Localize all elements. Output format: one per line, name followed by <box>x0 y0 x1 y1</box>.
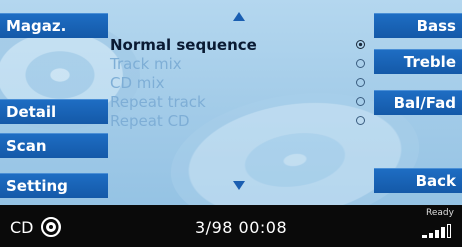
radio-empty-icon <box>356 116 365 125</box>
list-item[interactable]: Repeat track <box>110 93 380 112</box>
cd-disc-icon <box>41 217 61 237</box>
bal-fad-button[interactable]: Bal/Fad <box>374 90 462 115</box>
playback-mode-list: Normal sequence Track mix CD mix Repeat … <box>110 36 380 131</box>
scroll-down-arrow-icon[interactable] <box>233 181 245 190</box>
back-button[interactable]: Back <box>374 168 462 193</box>
setting-button[interactable]: Setting <box>0 173 108 198</box>
list-item[interactable]: Normal sequence <box>110 36 380 55</box>
list-item[interactable]: Repeat CD <box>110 112 380 131</box>
radio-empty-icon <box>356 59 365 68</box>
list-item-label: Normal sequence <box>110 36 257 54</box>
status-bar: CD 3/98 00:08 Ready <box>0 205 462 247</box>
track-time-display: 3/98 00:08 <box>195 218 288 237</box>
list-item[interactable]: Track mix <box>110 55 380 74</box>
radio-empty-icon <box>356 78 365 87</box>
magazine-button[interactable]: Magaz. <box>0 13 108 38</box>
detail-button[interactable]: Detail <box>0 99 108 124</box>
cd-screen: Magaz. Detail Scan Setting Bass Treble B… <box>0 0 462 247</box>
scan-button[interactable]: Scan <box>0 133 108 158</box>
source-label: CD <box>10 218 34 237</box>
signal-strength-icon <box>422 224 452 238</box>
list-item[interactable]: CD mix <box>110 74 380 93</box>
list-item-label: CD mix <box>110 74 165 92</box>
radio-selected-icon <box>356 40 365 49</box>
list-item-label: Track mix <box>110 55 182 73</box>
radio-empty-icon <box>356 97 365 106</box>
ready-label: Ready <box>426 208 454 218</box>
list-item-label: Repeat track <box>110 93 206 111</box>
scroll-up-arrow-icon[interactable] <box>233 12 245 21</box>
treble-button[interactable]: Treble <box>374 49 462 74</box>
bass-button[interactable]: Bass <box>374 13 462 38</box>
list-item-label: Repeat CD <box>110 112 190 130</box>
